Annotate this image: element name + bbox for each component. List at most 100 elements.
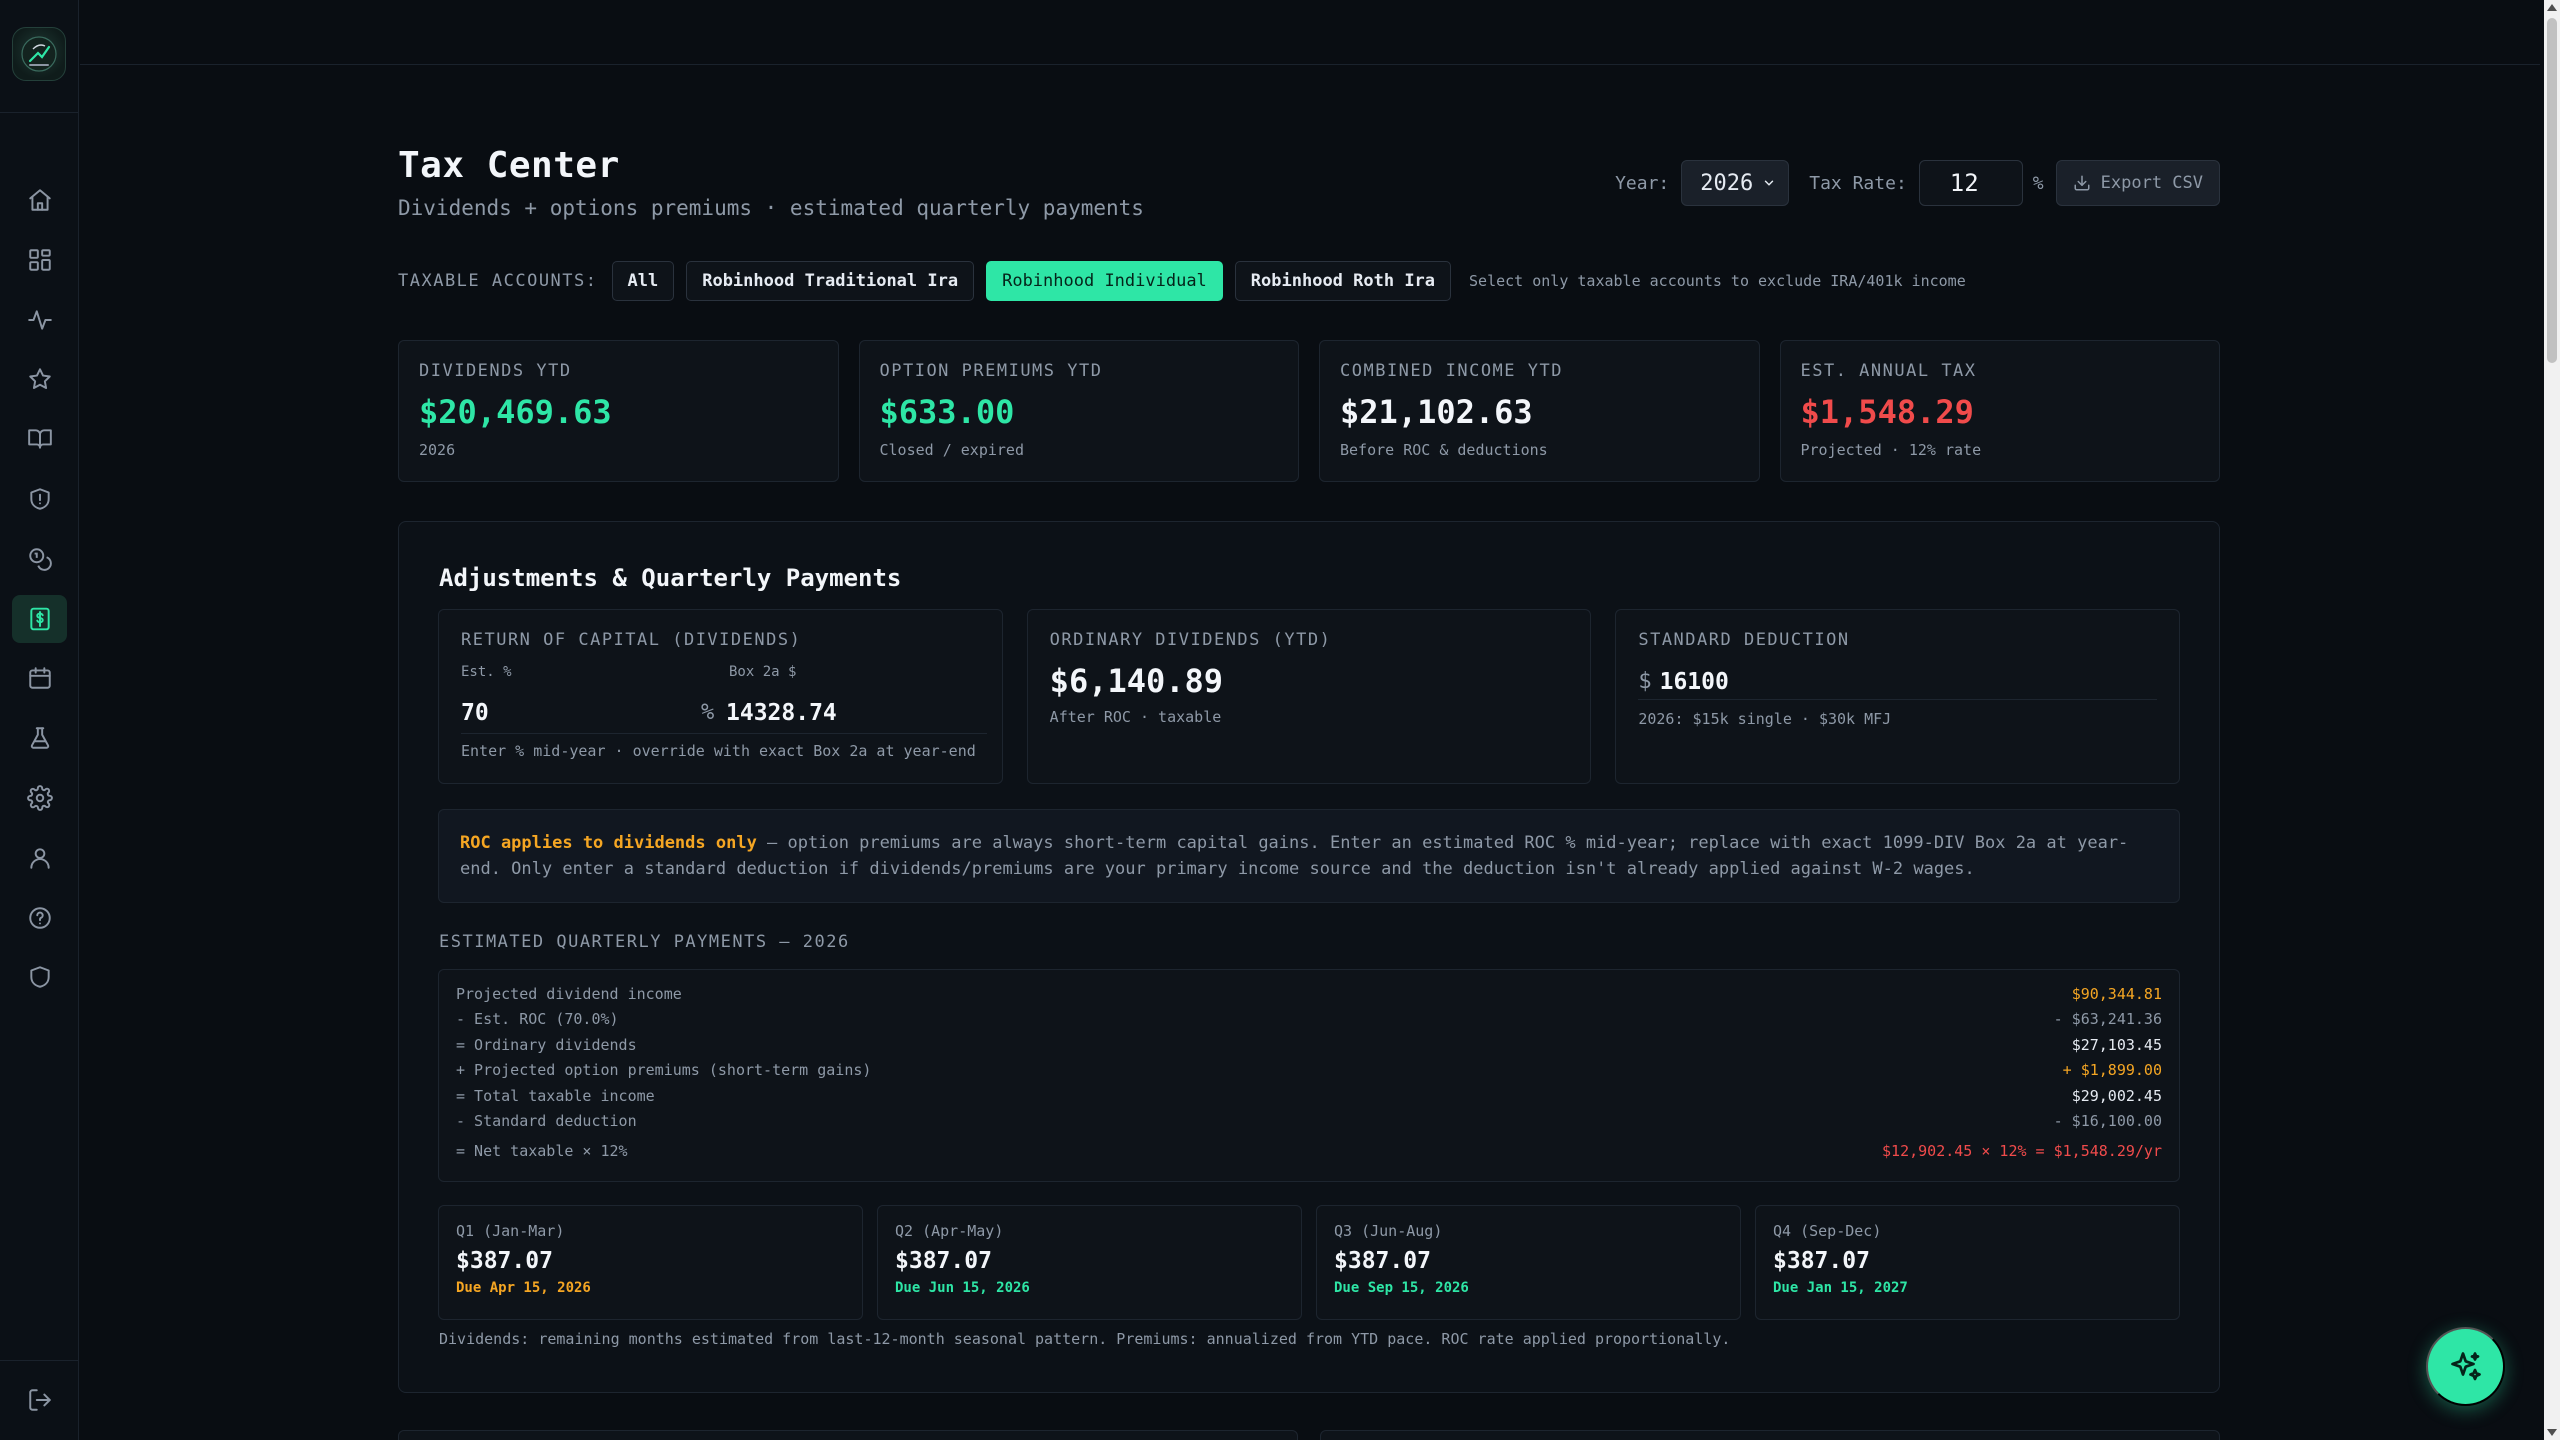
tax-icon — [29, 607, 50, 631]
roc-box2a-input[interactable]: 14328.74 — [726, 700, 837, 726]
activity-icon — [27, 310, 52, 330]
scroll-down-arrow[interactable] — [2547, 1429, 2557, 1436]
sparkles-icon — [2450, 1351, 2481, 1380]
year-label: Year: — [1615, 172, 1670, 194]
nav-tax-center[interactable] — [12, 595, 67, 643]
coins-icon — [28, 548, 52, 571]
standard-deduction-label: STANDARD DEDUCTION — [1638, 630, 1850, 650]
combined-income-ytd-card: COMBINED INCOME YTD $21,102.63 Before RO… — [1319, 340, 1760, 482]
help-icon — [28, 907, 51, 929]
sidebar-divider — [0, 112, 79, 113]
roc-est-input[interactable]: 70 — [461, 700, 489, 726]
account-chip-individual[interactable]: Robinhood Individual — [986, 261, 1223, 301]
currency-symbol: $ — [1638, 669, 1652, 694]
row-label: = Net taxable × 12% — [456, 1142, 628, 1160]
nav-dashboard[interactable] — [12, 236, 67, 284]
next-section-card-right — [1320, 1430, 2220, 1440]
quarter-card-q4: Q4 (Sep-Dec) $387.07 Due Jan 15, 2027 — [1755, 1205, 2180, 1320]
quarterly-payments: Q1 (Jan-Mar) $387.07 Due Apr 15, 2026 Q2… — [438, 1205, 2180, 1320]
card-value: $21,102.63 — [1340, 393, 1533, 431]
taxable-accounts-filter: TAXABLE ACCOUNTS: All Robinhood Traditio… — [398, 260, 1966, 302]
row-value: - $16,100.00 — [2053, 1112, 2162, 1130]
card-sub: Closed / expired — [879, 441, 1025, 459]
return-of-capital-card: RETURN OF CAPITAL (DIVIDENDS) Est. % Box… — [438, 609, 1003, 784]
breakdown-row: = Total taxable income $29,002.45 — [456, 1084, 2162, 1108]
download-icon — [2074, 175, 2090, 191]
nav-lab[interactable] — [12, 714, 67, 762]
topbar-divider — [80, 64, 2540, 65]
ordinary-sub: After ROC · taxable — [1049, 708, 1222, 726]
option-premiums-ytd-card: OPTION PREMIUMS YTD $633.00 Closed / exp… — [858, 340, 1299, 482]
quarter-card-q1: Q1 (Jan-Mar) $387.07 Due Apr 15, 2026 — [438, 1205, 863, 1320]
tax-rate-label: Tax Rate: — [1809, 172, 1907, 194]
taxable-accounts-label: TAXABLE ACCOUNTS: — [398, 271, 598, 291]
nav-help[interactable] — [12, 894, 67, 942]
panel-title: Adjustments & Quarterly Payments — [439, 564, 902, 592]
row-label: = Ordinary dividends — [456, 1036, 637, 1054]
nav-settings[interactable] — [12, 774, 67, 822]
quarter-card-q3: Q3 (Jun-Aug) $387.07 Due Sep 15, 2026 — [1316, 1205, 1741, 1320]
row-value: $29,002.45 — [2071, 1087, 2162, 1105]
nav-watchlist[interactable] — [12, 355, 67, 403]
breakdown-row: = Net taxable × 12% $12,902.45 × 12% = $… — [456, 1139, 2162, 1163]
nav-profile[interactable] — [12, 834, 67, 882]
standard-deduction-input[interactable]: $ 16100 — [1638, 664, 2158, 700]
tax-rate-input[interactable] — [1918, 160, 2023, 206]
quarter-label: Q1 (Jan-Mar) — [456, 1222, 565, 1240]
roc-note: Enter % mid-year · override with exact B… — [461, 742, 976, 760]
standard-deduction-note: 2026: $15k single · $30k MFJ — [1638, 710, 1892, 728]
quarter-card-q2: Q2 (Apr-May) $387.07 Due Jun 15, 2026 — [877, 1205, 1302, 1320]
nav-calendar[interactable] — [12, 654, 67, 702]
row-label: - Standard deduction — [456, 1112, 637, 1130]
book-icon — [27, 429, 52, 449]
nav-activity[interactable] — [12, 296, 67, 344]
card-value: $1,548.29 — [1800, 393, 1974, 431]
sidebar — [0, 0, 79, 1440]
row-label: = Total taxable income — [456, 1087, 655, 1105]
card-value: $633.00 — [879, 393, 1015, 431]
account-chip-roth-ira[interactable]: Robinhood Roth Ira — [1234, 261, 1452, 301]
chevron-down-icon — [1765, 180, 1774, 186]
standard-deduction-value: 16100 — [1659, 668, 1729, 695]
nav-coins[interactable] — [12, 535, 67, 583]
quarter-amount: $387.07 — [895, 1248, 992, 1274]
page-scrollbar[interactable] — [2544, 0, 2560, 1440]
logout-button[interactable] — [12, 1376, 67, 1424]
roc-box2a-label: Box 2a $ — [729, 664, 797, 680]
nav-home[interactable] — [12, 176, 67, 224]
next-section-card-left — [398, 1430, 1298, 1440]
app-logo[interactable] — [12, 27, 66, 81]
nav-risk[interactable] — [12, 475, 67, 523]
breakdown-row: + Projected option premiums (short-term … — [456, 1058, 2162, 1082]
row-value: $12,902.45 × 12% = $1,548.29/yr — [1882, 1142, 2162, 1160]
estimate-breakdown: Projected dividend income $90,344.81 - E… — [438, 969, 2180, 1182]
breakdown-row: Projected dividend income $90,344.81 — [456, 982, 2162, 1006]
shield-icon — [29, 966, 50, 988]
row-label: Projected dividend income — [456, 985, 682, 1003]
nav-journal[interactable] — [12, 415, 67, 463]
card-sub: Projected · 12% rate — [1800, 441, 1982, 459]
scrollbar-thumb[interactable] — [2547, 18, 2557, 363]
quarter-due-date: Due Jan 15, 2027 — [1773, 1280, 1908, 1296]
row-label: - Est. ROC (70.0%) — [456, 1010, 619, 1028]
standard-deduction-card: STANDARD DEDUCTION $ 16100 2026: $15k si… — [1615, 609, 2181, 784]
quarter-label: Q4 (Sep-Dec) — [1773, 1222, 1882, 1240]
nav-security[interactable] — [12, 953, 67, 1001]
star-icon — [28, 368, 51, 389]
year-select[interactable]: 2026 — [1681, 160, 1790, 206]
dashboard-icon — [28, 249, 51, 271]
ordinary-label: ORDINARY DIVIDENDS (YTD) — [1049, 630, 1332, 650]
export-csv-button[interactable]: Export CSV — [2055, 160, 2220, 206]
ordinary-value: $6,140.89 — [1049, 662, 1224, 700]
breakdown-row: - Standard deduction - $16,100.00 — [456, 1109, 2162, 1133]
tax-controls: Year: 2026 Tax Rate: % Export CSV — [1615, 160, 2220, 206]
estimate-footnote: Dividends: remaining months estimated fr… — [439, 1330, 1731, 1348]
ai-assistant-button[interactable] — [2426, 1327, 2505, 1406]
quarter-label: Q2 (Apr-May) — [895, 1222, 1004, 1240]
breakdown-row: = Ordinary dividends $27,103.45 — [456, 1033, 2162, 1057]
quarter-amount: $387.07 — [1773, 1248, 1870, 1274]
account-chip-traditional-ira[interactable]: Robinhood Traditional Ira — [686, 261, 975, 301]
scroll-up-arrow[interactable] — [2547, 4, 2557, 11]
account-chip-all[interactable]: All — [611, 261, 675, 301]
row-value: + $1,899.00 — [2062, 1061, 2162, 1079]
